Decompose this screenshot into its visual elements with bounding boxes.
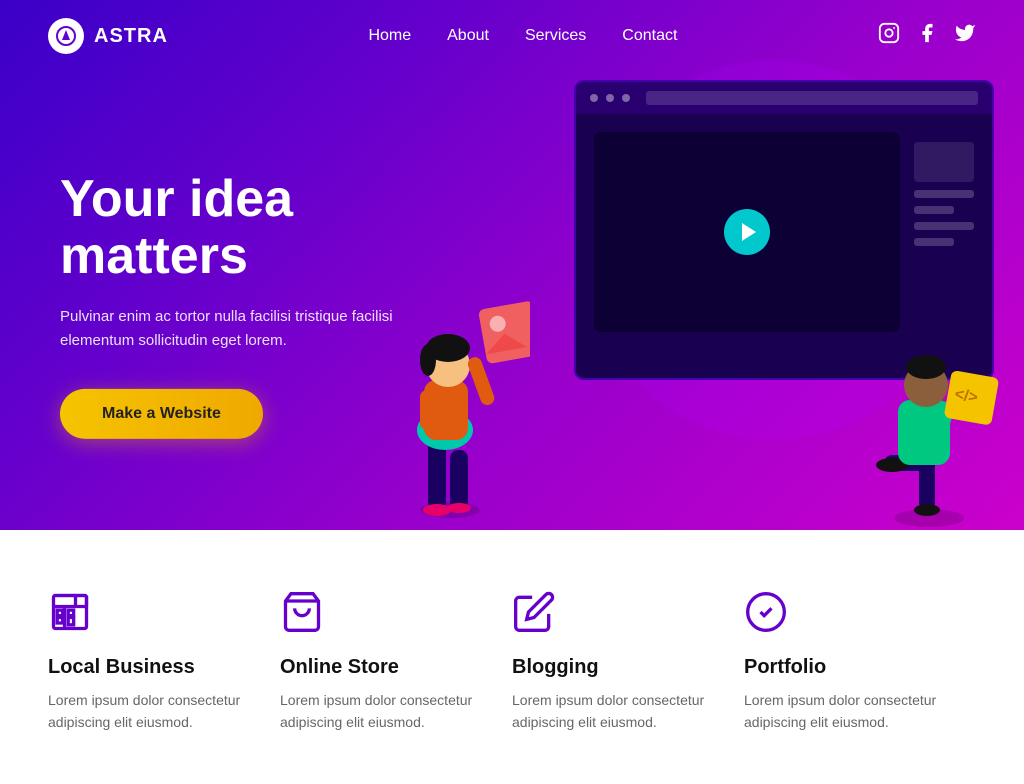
browser-dot-3 [622, 94, 630, 102]
twitter-icon[interactable] [954, 22, 976, 50]
feature-local-business-title: Local Business [48, 656, 260, 679]
facebook-icon[interactable] [916, 22, 938, 50]
check-circle-icon [744, 590, 792, 638]
make-website-button[interactable]: Make a Website [60, 389, 263, 439]
browser-url-bar [646, 91, 978, 105]
feature-online-store-desc: Lorem ipsum dolor consectetur adipiscing… [280, 689, 492, 734]
feature-blogging-desc: Lorem ipsum dolor consectetur adipiscing… [512, 689, 724, 734]
character-right: </> [854, 270, 1004, 530]
sidebar-bar-3 [914, 222, 974, 230]
instagram-icon[interactable] [878, 22, 900, 50]
sidebar-bar-4 [914, 238, 954, 246]
header: ASTRA Home About Services Contact [0, 0, 1024, 72]
feature-local-business: Local Business Lorem ipsum dolor consect… [48, 590, 280, 734]
feature-online-store-title: Online Store [280, 656, 492, 679]
nav-contact[interactable]: Contact [622, 27, 677, 45]
logo: ASTRA [48, 18, 168, 54]
feature-portfolio-desc: Lorem ipsum dolor consectetur adipiscing… [744, 689, 956, 734]
bag-icon [280, 590, 328, 638]
sidebar-thumbnail [914, 142, 974, 182]
feature-portfolio: Portfolio Lorem ipsum dolor consectetur … [744, 590, 976, 734]
edit-icon [512, 590, 560, 638]
feature-online-store: Online Store Lorem ipsum dolor consectet… [280, 590, 512, 734]
feature-blogging: Blogging Lorem ipsum dolor consectetur a… [512, 590, 744, 734]
play-button [724, 209, 770, 255]
nav: Home About Services Contact [368, 27, 677, 45]
sidebar-bar-2 [914, 206, 954, 214]
nav-about[interactable]: About [447, 27, 489, 45]
social-icons [878, 22, 976, 50]
character-left [370, 230, 530, 530]
sidebar-bar-1 [914, 190, 974, 198]
browser-bar [576, 82, 992, 114]
browser-dot-2 [606, 94, 614, 102]
nav-services[interactable]: Services [525, 27, 586, 45]
logo-icon [48, 18, 84, 54]
nav-home[interactable]: Home [368, 27, 411, 45]
feature-blogging-title: Blogging [512, 656, 724, 679]
building-icon [48, 590, 96, 638]
browser-dot-1 [590, 94, 598, 102]
feature-local-business-desc: Lorem ipsum dolor consectetur adipiscing… [48, 689, 260, 734]
feature-portfolio-title: Portfolio [744, 656, 956, 679]
features-section: Local Business Lorem ipsum dolor consect… [0, 530, 1024, 784]
logo-text: ASTRA [94, 25, 168, 48]
